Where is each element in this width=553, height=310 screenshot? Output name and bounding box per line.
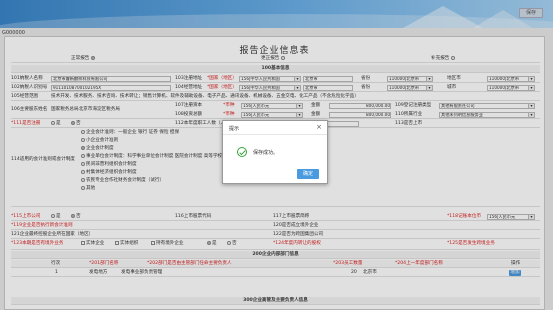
success-check-icon xyxy=(237,147,247,157)
alert-dialog: 提示 × 保存成功。 确定 xyxy=(222,120,328,184)
close-icon[interactable]: × xyxy=(316,123,322,131)
dialog-title: 提示 xyxy=(229,126,240,132)
confirm-button[interactable]: 确定 xyxy=(297,169,319,179)
dialog-divider xyxy=(223,134,327,135)
dialog-message: 保存成功。 xyxy=(253,150,279,156)
